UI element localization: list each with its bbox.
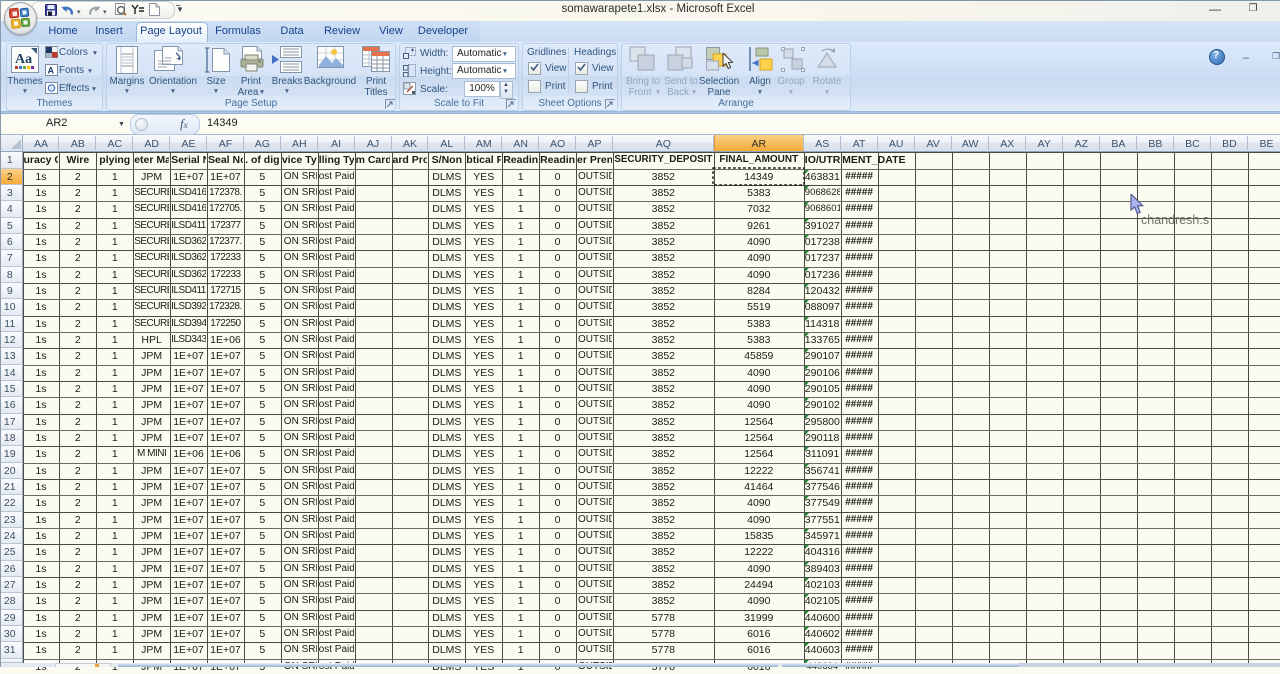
svg-text:Aa: Aa — [15, 52, 32, 67]
svg-text:A: A — [48, 66, 55, 76]
